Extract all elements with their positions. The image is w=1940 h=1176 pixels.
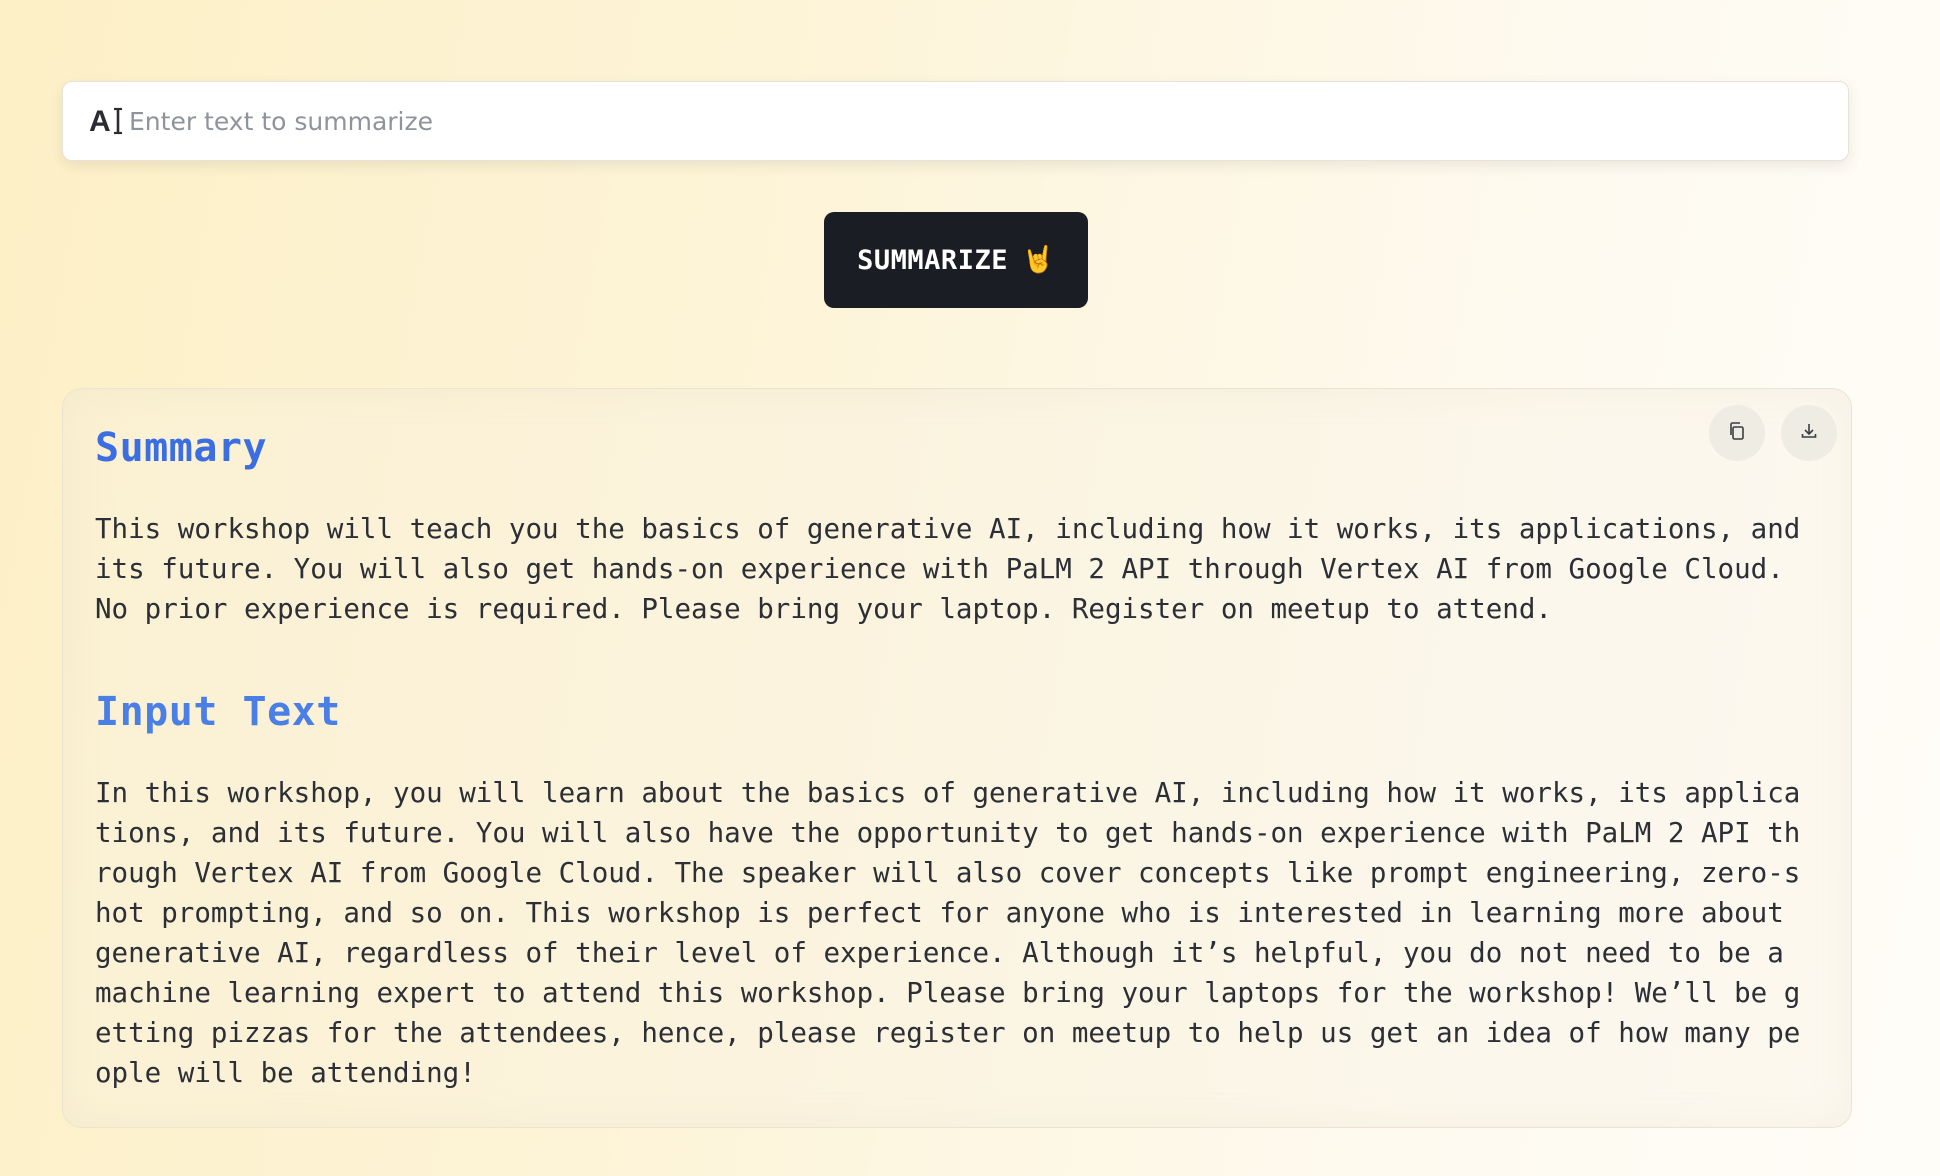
summarize-button[interactable]: SUMMARIZE 🤘 bbox=[824, 212, 1088, 308]
copy-icon bbox=[1727, 421, 1747, 446]
summary-text: This workshop will teach you the basics … bbox=[95, 513, 1801, 625]
input-text-heading: Input Text bbox=[95, 689, 341, 735]
text-cursor-ai-icon: A bbox=[87, 101, 127, 141]
input-text-body: In this workshop, you will learn about t… bbox=[95, 777, 1801, 1089]
copy-button[interactable] bbox=[1709, 405, 1765, 461]
summarize-button-label: SUMMARIZE bbox=[857, 244, 1008, 276]
panel-actions bbox=[1709, 405, 1837, 461]
summarize-text-input[interactable] bbox=[129, 91, 1809, 151]
result-panel: Summary This workshop will teach you the… bbox=[62, 388, 1852, 1128]
rock-on-hand-icon: 🤘 bbox=[1021, 245, 1055, 275]
download-icon bbox=[1799, 421, 1819, 446]
summary-heading: Summary bbox=[95, 425, 268, 471]
download-button[interactable] bbox=[1781, 405, 1837, 461]
svg-text:A: A bbox=[89, 105, 111, 138]
summarize-input-bar[interactable]: A bbox=[62, 81, 1849, 161]
